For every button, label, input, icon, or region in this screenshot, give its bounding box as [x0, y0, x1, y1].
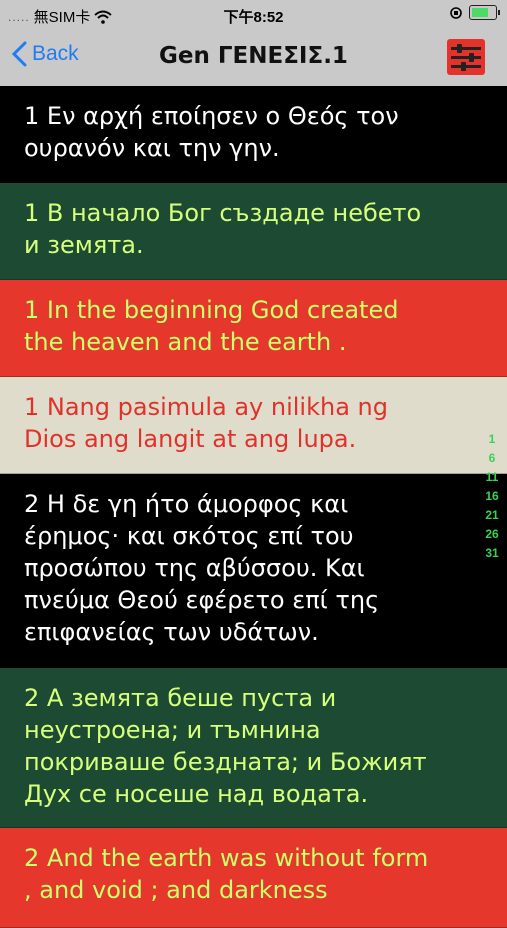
- nav-bar: Back Gen ΓΕΝΕΣΙΣ.1: [0, 30, 507, 86]
- index-item[interactable]: 1: [483, 430, 501, 449]
- verse-text: 2 А земята беше пуста и неустроена; и тъ…: [24, 684, 427, 808]
- index-item[interactable]: 21: [483, 506, 501, 525]
- verse-row[interactable]: 2 А земята беше пуста и неустроена; и тъ…: [0, 668, 507, 828]
- verse-row[interactable]: 1 В начало Бог създаде небето и земята.: [0, 183, 507, 280]
- verse-row[interactable]: 2 Η δε γη ήτο άμορφος και έρημος· και σκ…: [0, 474, 507, 668]
- verse-text: 1 В начало Бог създаде небето и земята.: [24, 199, 422, 259]
- orientation-lock-icon: [450, 6, 462, 19]
- verse-list[interactable]: 1 Εν αρχή εποίησεν ο Θεός τον ουρανόν κα…: [0, 86, 507, 928]
- index-item[interactable]: 6: [483, 449, 501, 468]
- verse-index[interactable]: 1 6 11 16 21 26 31: [483, 430, 501, 563]
- verse-row[interactable]: 2 And the earth was without form , and v…: [0, 828, 507, 928]
- status-time: 下午8:52: [223, 9, 284, 26]
- verse-text: 2 Η δε γη ήτο άμορφος και έρημος· και σκ…: [24, 490, 380, 646]
- verse-row[interactable]: 1 Nang pasimula ay nilikha ng Dios ang l…: [0, 377, 507, 474]
- status-right: [449, 5, 500, 20]
- status-bar: ..... 無SIM卡 下午8:52: [0, 0, 507, 30]
- verse-text: 2 And the earth was without form , and v…: [24, 844, 429, 904]
- index-item[interactable]: 31: [483, 544, 501, 563]
- verse-text: 1 Nang pasimula ay nilikha ng Dios ang l…: [24, 393, 388, 453]
- verse-text: 1 In the beginning God created the heave…: [24, 296, 399, 356]
- verse-text: 1 Εν αρχή εποίησεν ο Θεός τον ουρανόν κα…: [24, 102, 399, 162]
- verse-row[interactable]: 1 In the beginning God created the heave…: [0, 280, 507, 377]
- battery-icon: [469, 5, 500, 20]
- index-item[interactable]: 16: [483, 487, 501, 506]
- index-item[interactable]: 26: [483, 525, 501, 544]
- verse-row[interactable]: 1 Εν αρχή εποίησεν ο Θεός τον ουρανόν κα…: [0, 86, 507, 183]
- settings-sliders-button[interactable]: [447, 39, 485, 75]
- page-title: Gen ΓΕΝΕΣΙΣ.1: [159, 43, 348, 69]
- index-item[interactable]: 11: [483, 468, 501, 487]
